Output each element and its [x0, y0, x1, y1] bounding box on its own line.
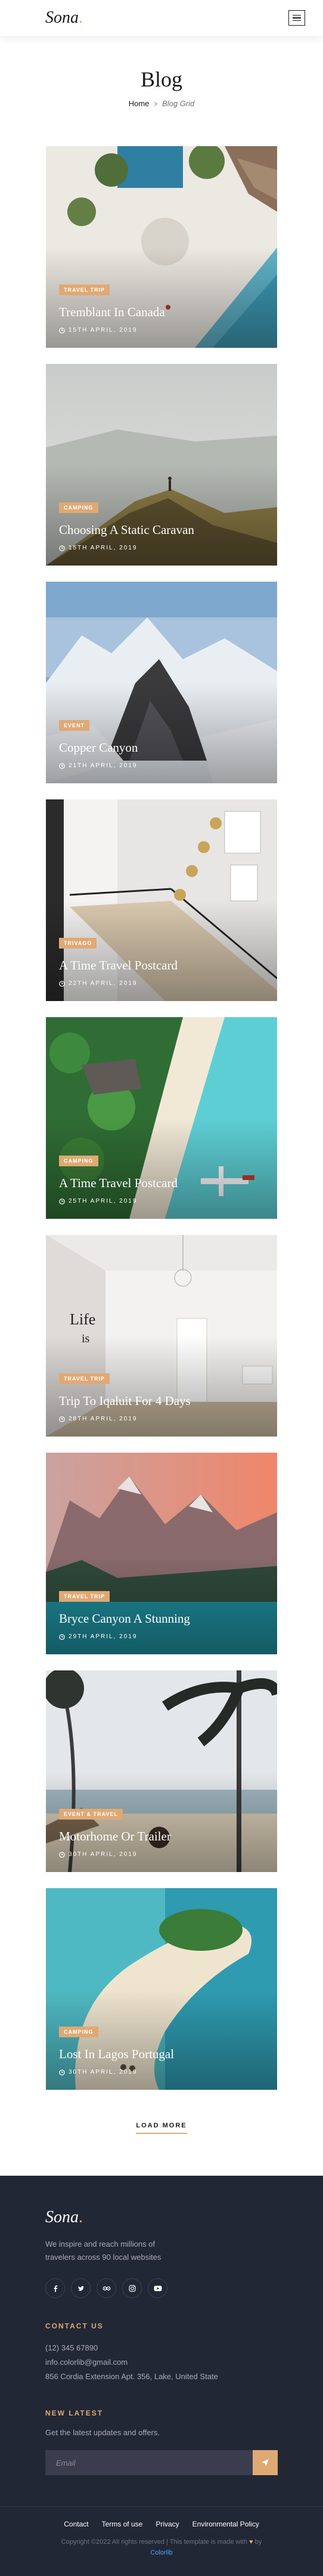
- blog-card[interactable]: Camping Lost In Lagos Portugal 30th Apri…: [46, 1888, 277, 2090]
- subscribe-form: [45, 2450, 278, 2475]
- blog-card[interactable]: Travel Trip Tremblant In Canada 15th Apr…: [46, 146, 277, 348]
- heart-icon: ♥: [249, 2538, 253, 2546]
- breadcrumb-home-link[interactable]: Home: [129, 99, 150, 108]
- footer-link-terms[interactable]: Terms of use: [102, 2520, 143, 2528]
- colorlib-link[interactable]: Colorlib: [0, 2547, 323, 2558]
- post-title[interactable]: A Time Travel Postcard: [59, 1176, 264, 1191]
- post-date: 15th April, 2019: [59, 545, 264, 551]
- clock-icon: [59, 1633, 65, 1640]
- breadcrumb: Home > Blog Grid: [0, 99, 323, 108]
- post-tag: Camping: [59, 2026, 98, 2037]
- newsletter-heading: New Latest: [45, 2409, 104, 2417]
- post-tag: Event: [59, 719, 90, 731]
- post-tag: Travel Trip: [59, 1373, 110, 1384]
- youtube-icon[interactable]: [148, 2278, 167, 2298]
- post-title[interactable]: Copper Canyon: [59, 740, 264, 755]
- clock-icon: [59, 762, 65, 769]
- newsletter-email-input[interactable]: [45, 2450, 253, 2475]
- newsletter-text: Get the latest updates and offers.: [45, 2428, 160, 2437]
- post-title[interactable]: Tremblant In Canada: [59, 305, 264, 320]
- clock-icon: [59, 1416, 65, 1422]
- blog-list: Travel Trip Tremblant In Canada 15th Apr…: [0, 146, 323, 2090]
- hamburger-menu-icon[interactable]: [288, 10, 305, 26]
- post-tag: Travel Trip: [59, 284, 110, 295]
- post-title[interactable]: A Time Travel Postcard: [59, 958, 264, 973]
- footer-link-privacy[interactable]: Privacy: [156, 2520, 179, 2528]
- post-date: 30th April, 2019: [59, 2069, 264, 2075]
- breadcrumb-current: Blog Grid: [162, 99, 195, 108]
- blog-card[interactable]: Travel Trip Bryce Canyon A Stunning 29th…: [46, 1453, 277, 1654]
- clock-icon: [59, 1198, 65, 1204]
- footer-link-environmental-policy[interactable]: Environmental Policy: [192, 2520, 259, 2528]
- footer-logo[interactable]: Sona.: [45, 2208, 278, 2227]
- post-title[interactable]: Motorhome Or Trailer: [59, 1829, 264, 1844]
- twitter-icon[interactable]: [71, 2278, 91, 2298]
- footer-links: Contact Terms of use Privacy Environment…: [0, 2520, 323, 2528]
- blog-card[interactable]: Life is Travel Trip Trip To Iqaluit For …: [46, 1235, 277, 1437]
- clock-icon: [59, 545, 65, 551]
- contact-email[interactable]: info.colorlib@gmail.com: [45, 2355, 278, 2370]
- post-date: 15th April, 2019: [59, 327, 264, 333]
- site-header: Sona.: [0, 0, 323, 36]
- breadcrumb-section: Blog Home > Blog Grid: [0, 36, 323, 146]
- clock-icon: [59, 327, 65, 333]
- contact-block: Contact Us (12) 345 67890 info.colorlib@…: [45, 2322, 278, 2384]
- blog-card[interactable]: Event & Travel Motorhome Or Trailer 30th…: [46, 1670, 277, 1872]
- clock-icon: [59, 980, 65, 987]
- instagram-icon[interactable]: [122, 2278, 142, 2298]
- clock-icon: [59, 1851, 65, 1858]
- post-tag: Trivago: [59, 937, 97, 949]
- footer-about-text: We inspire and reach millions of travele…: [45, 2240, 162, 2262]
- post-date: 22th April, 2019: [59, 980, 264, 987]
- contact-address: 856 Cordia Extension Apt. 356, Lake, Uni…: [45, 2372, 218, 2381]
- post-tag: Travel Trip: [59, 1590, 110, 1602]
- contact-phone: (12) 345 67890: [45, 2343, 98, 2352]
- post-title[interactable]: Trip To Iqaluit For 4 Days: [59, 1394, 264, 1409]
- load-more-button[interactable]: Load More: [136, 2122, 187, 2134]
- load-more-section: Load More: [0, 2090, 323, 2176]
- clock-icon: [59, 2069, 65, 2075]
- contact-heading: Contact Us: [45, 2322, 104, 2330]
- tripadvisor-icon[interactable]: [97, 2278, 116, 2298]
- breadcrumb-separator: >: [154, 101, 158, 108]
- post-date: 30th April, 2019: [59, 1851, 264, 1858]
- post-title[interactable]: Lost In Lagos Portugal: [59, 2047, 264, 2062]
- facebook-icon[interactable]: [45, 2278, 65, 2298]
- blog-card[interactable]: Event Copper Canyon 21th April, 2019: [46, 582, 277, 783]
- blog-card[interactable]: Trivago A Time Travel Postcard 22th Apri…: [46, 799, 277, 1001]
- post-tag: Camping: [59, 502, 98, 513]
- post-tag: Camping: [59, 1155, 98, 1166]
- post-title[interactable]: Choosing A Static Caravan: [59, 523, 264, 538]
- post-date: 21th April, 2019: [59, 762, 264, 769]
- send-icon[interactable]: [253, 2450, 278, 2475]
- page-title: Blog: [140, 67, 182, 91]
- site-footer: Sona. We inspire and reach millions of t…: [0, 2176, 323, 2576]
- post-date: 28th April, 2019: [59, 1416, 264, 1422]
- post-tag: Event & Travel: [59, 1808, 123, 1820]
- svg-text:Life: Life: [70, 1311, 95, 1328]
- social-links: [45, 2278, 278, 2298]
- newsletter-block: New Latest Get the latest updates and of…: [45, 2409, 278, 2475]
- footer-bottom: Contact Terms of use Privacy Environment…: [0, 2506, 323, 2576]
- post-date: 25th April, 2019: [59, 1198, 264, 1204]
- copyright: Copyright ©2022 All rights reserved | Th…: [0, 2537, 323, 2558]
- blog-card[interactable]: Camping Choosing A Static Caravan 15th A…: [46, 364, 277, 566]
- post-date: 29th April, 2019: [59, 1633, 264, 1640]
- blog-card[interactable]: Camping A Time Travel Postcard 25th Apri…: [46, 1017, 277, 1219]
- footer-link-contact[interactable]: Contact: [64, 2520, 88, 2528]
- site-logo[interactable]: Sona.: [45, 8, 83, 27]
- post-title[interactable]: Bryce Canyon A Stunning: [59, 1611, 264, 1626]
